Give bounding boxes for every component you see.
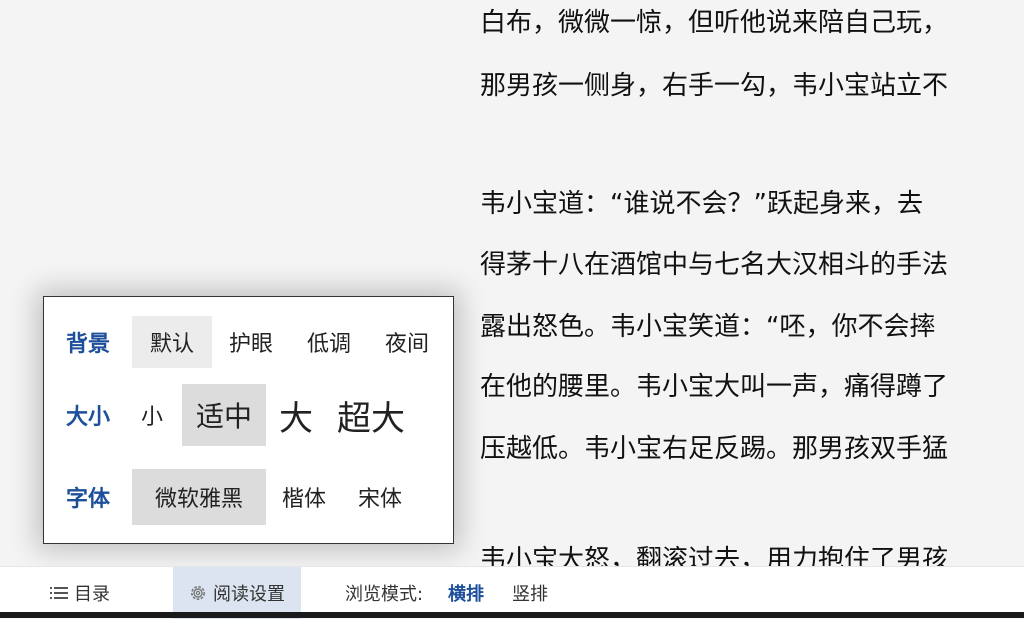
font-row: 字体 微软雅黑 楷体 宋体 [44,469,418,525]
font-label: 字体 [66,487,111,512]
bg-option-night[interactable]: 夜间 [368,316,446,368]
mode-horizontal-label: 横排 [448,584,484,605]
text-line: 露出怒色。韦小宝笑道：“呸，你不会摔 [480,312,936,342]
gear-icon [189,584,207,602]
size-option-large[interactable]: 大 [266,384,326,446]
text-line: 韦小宝大怒，翻滚过去，用力抱住了男孩 [480,545,949,566]
background-row: 背景 默认 护眼 低调 夜间 [44,316,446,368]
bottom-toolbar: 目录 阅读设置 浏览模式: 横排 竖排 [0,566,1024,619]
text-line: 白布，微微一惊，但听他说来陪自己玩， [480,8,949,38]
size-label: 大小 [66,405,111,430]
reading-settings-panel: 背景 默认 护眼 低调 夜间 大小 小 适中 大 超大 字体 微软雅黑 楷体 宋… [43,296,454,544]
size-option-extra-large[interactable]: 超大 [326,384,416,446]
size-row: 大小 小 适中 大 超大 [44,384,416,446]
bg-option-default[interactable]: 默认 [132,316,212,368]
bg-option-eye-care[interactable]: 护眼 [212,316,290,368]
size-option-small[interactable]: 小 [122,385,182,445]
text-line: 得茅十八在酒馆中与七名大汉相斗的手法 [480,250,949,280]
list-icon [50,585,68,601]
text-line: 在他的腰里。韦小宝大叫一声，痛得蹲了 [480,372,949,402]
font-option-kaiti[interactable]: 楷体 [266,469,342,525]
reading-settings-label: 阅读设置 [213,584,285,605]
background-label: 背景 [66,332,111,357]
toc-label: 目录 [74,584,110,605]
text-line: 压越低。韦小宝右足反踢。那男孩双手猛 [480,434,949,464]
bg-option-low-key[interactable]: 低调 [290,316,368,368]
text-line: 那男孩一侧身，右手一勾，韦小宝站立不 [480,71,949,101]
font-option-yahei[interactable]: 微软雅黑 [132,469,266,525]
font-option-songti[interactable]: 宋体 [342,469,418,525]
text-line: 韦小宝道：“谁说不会？”跃起身来，去 [480,189,923,219]
mode-vertical-label: 竖排 [512,584,548,605]
size-option-medium[interactable]: 适中 [182,384,266,446]
window-bottom-edge [0,612,1024,618]
